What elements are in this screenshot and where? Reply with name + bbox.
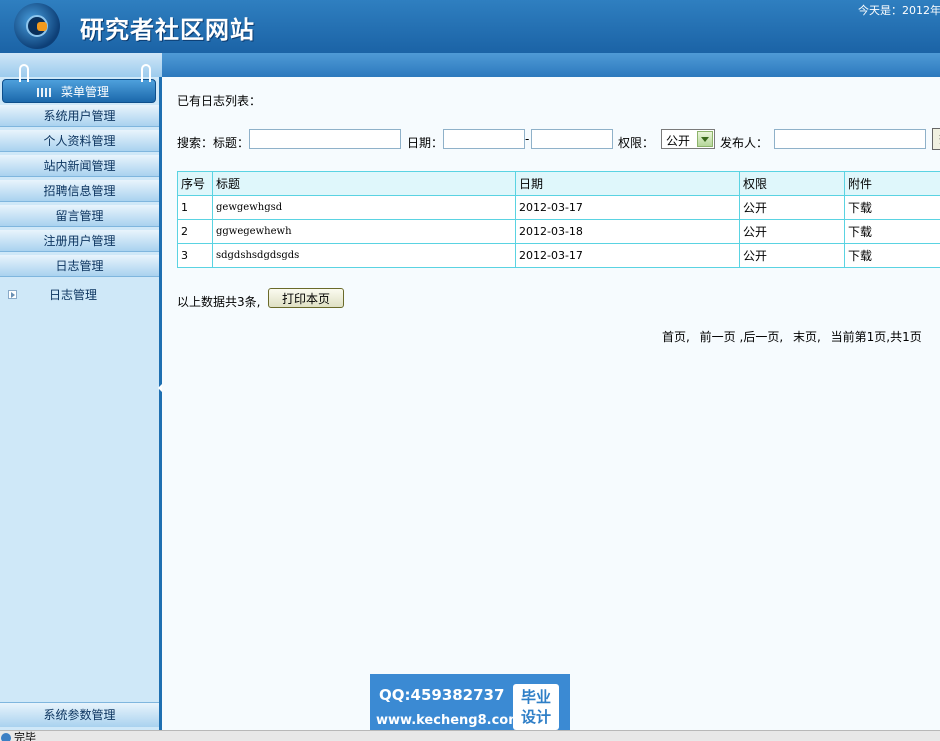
table-row: 1 gewgewhgsd 2012-03-17 公开 下载 [178, 196, 940, 220]
sidebar-item-system-users[interactable]: 系统用户管理 [0, 105, 159, 127]
hook-icon [19, 64, 29, 82]
pager-info: 当前第1页,共1页 [831, 330, 922, 344]
cell-index: 1 [178, 196, 213, 220]
download-link[interactable]: 下载 [845, 220, 940, 244]
cell-date: 2012-03-17 [516, 196, 740, 220]
col-header-permission: 权限 [740, 172, 845, 196]
expand-arrow-icon [8, 290, 17, 299]
title-label: 标题： [213, 134, 249, 151]
publisher-input[interactable] [774, 129, 926, 149]
sidebar-item-messages[interactable]: 留言管理 [0, 205, 159, 227]
site-header: 研究者社区网站 今天是：2012年 [0, 0, 940, 53]
search-bar: 搜索： 标题： 日期： - 权限： 公开 发布人： 查 [177, 128, 940, 152]
watermark-badge-line2: 设计 [513, 707, 559, 727]
browser-status-bar: 完毕 [0, 730, 940, 741]
list-title: 已有日志列表： [177, 92, 261, 109]
sidebar-item-registered-users[interactable]: 注册用户管理 [0, 230, 159, 252]
menu-header[interactable]: 菜单管理 [2, 79, 156, 103]
table-header-row: 序号 标题 日期 权限 附件 [178, 172, 940, 196]
cell-permission: 公开 [740, 196, 845, 220]
watermark-url: www.kecheng8.com [376, 713, 522, 728]
hook-icon [141, 64, 151, 82]
sidebar: 菜单管理 系统用户管理 个人资料管理 站内新闻管理 招聘信息管理 留言管理 注册… [0, 77, 162, 730]
content-top-bar [162, 53, 940, 77]
sidebar-item-profile[interactable]: 个人资料管理 [0, 130, 159, 152]
col-header-date: 日期 [516, 172, 740, 196]
cell-index: 2 [178, 220, 213, 244]
logo-icon [14, 3, 60, 49]
pager-first-link[interactable]: 首页, [662, 330, 690, 344]
cell-date: 2012-03-18 [516, 220, 740, 244]
permission-select[interactable]: 公开 [661, 129, 715, 149]
cell-date: 2012-03-17 [516, 244, 740, 268]
date-separator: - [525, 132, 529, 146]
cell-title: ggwegewhewh [213, 220, 516, 244]
pager: 首页, 前一页 ,后一页, 末页, 当前第1页,共1页 [662, 328, 922, 345]
print-button[interactable]: 打印本页 [268, 288, 344, 308]
menu-title: 菜单管理 [61, 85, 109, 99]
table-row: 2 ggwegewhewh 2012-03-18 公开 下载 [178, 220, 940, 244]
permission-value: 公开 [666, 132, 690, 149]
download-link[interactable]: 下载 [845, 244, 940, 268]
permission-label: 权限： [618, 134, 654, 151]
cell-index: 3 [178, 244, 213, 268]
cell-title: sdgdshsdgdsgds [213, 244, 516, 268]
grid-icon [37, 88, 51, 97]
search-prefix: 搜索： [177, 134, 213, 151]
sidebar-subitem-label: 日志管理 [49, 285, 97, 305]
log-table: 序号 标题 日期 权限 附件 1 gewgewhgsd 2012-03-17 公… [177, 171, 940, 268]
date-to-input[interactable] [531, 129, 613, 149]
main-content: 已有日志列表： 搜索： 标题： 日期： - 权限： 公开 发布人： 查 序号 标… [162, 77, 940, 730]
cell-permission: 公开 [740, 220, 845, 244]
title-input[interactable] [249, 129, 401, 149]
date-label: 日期： [407, 134, 443, 151]
watermark-badge: 毕业 设计 [513, 684, 559, 730]
publisher-label: 发布人： [720, 134, 768, 151]
watermark-qq: QQ:459382737 [379, 686, 504, 704]
watermark-banner: QQ:459382737 www.kecheng8.com 毕业 设计 [370, 674, 570, 735]
pager-last-link[interactable]: 末页, [793, 330, 821, 344]
search-button[interactable]: 查 [932, 128, 940, 150]
date-text: 今天是：2012年 [858, 2, 940, 18]
download-link[interactable]: 下载 [845, 196, 940, 220]
site-title: 研究者社区网站 [80, 10, 255, 45]
pager-prev-link[interactable]: 前一页 [700, 330, 736, 344]
sidebar-subitem-logs[interactable]: 日志管理 [0, 285, 159, 305]
col-header-attachment: 附件 [845, 172, 940, 196]
date-from-input[interactable] [443, 129, 525, 149]
watermark-badge-line1: 毕业 [513, 687, 559, 707]
sidebar-item-jobs[interactable]: 招聘信息管理 [0, 180, 159, 202]
col-header-title: 标题 [213, 172, 516, 196]
sidebar-item-news[interactable]: 站内新闻管理 [0, 155, 159, 177]
chevron-down-icon[interactable] [697, 131, 713, 147]
cell-title: gewgewhgsd [213, 196, 516, 220]
cell-permission: 公开 [740, 244, 845, 268]
sidebar-item-logs[interactable]: 日志管理 [0, 255, 159, 277]
total-count-text: 以上数据共3条, [177, 293, 260, 310]
pager-next-link[interactable]: ,后一页, [740, 330, 784, 344]
col-header-index: 序号 [178, 172, 213, 196]
table-row: 3 sdgdshsdgdsgds 2012-03-17 公开 下载 [178, 244, 940, 268]
sidebar-item-system-params[interactable]: 系统参数管理 [0, 702, 159, 727]
